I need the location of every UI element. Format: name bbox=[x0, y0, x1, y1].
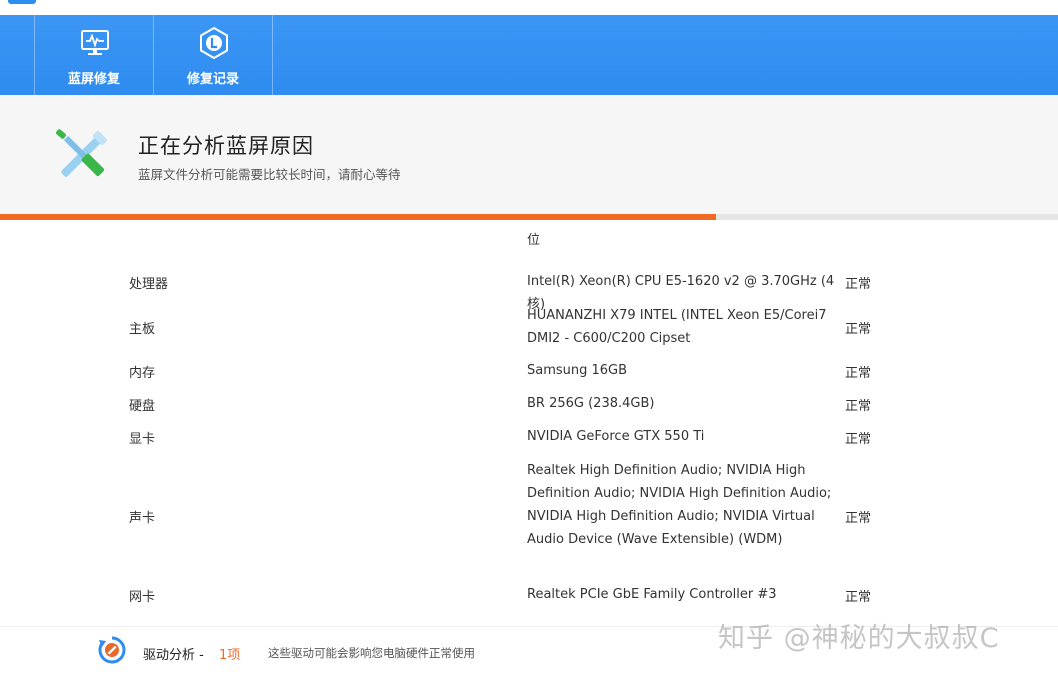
driver-analysis-label: 驱动分析 - bbox=[143, 648, 204, 663]
nav-item-bluescreen-repair[interactable]: 蓝屏修复 bbox=[34, 15, 153, 95]
driver-issue-count[interactable]: 1项 bbox=[219, 644, 240, 663]
hardware-table[interactable]: 位 处理器 Intel(R) Xeon(R) CPU E5-1620 v2 @ … bbox=[0, 220, 1058, 626]
nav-item-repair-history[interactable]: 修复记录 bbox=[153, 15, 273, 95]
row-value: Realtek PCIe GbE Family Controller #3 bbox=[527, 587, 777, 602]
analysis-header: 正在分析蓝屏原因 蓝屏文件分析可能需要比较长时间，请耐心等待 bbox=[0, 95, 1058, 215]
row-value: BR 256G (238.4GB) bbox=[527, 396, 655, 411]
row-value: 位 bbox=[527, 233, 541, 248]
nav-item-label: 修复记录 bbox=[186, 72, 239, 87]
row-name: 显卡 bbox=[129, 432, 156, 447]
row-status: 正常 bbox=[845, 322, 872, 337]
watermark-text: 知乎 @神秘的大叔叔C bbox=[718, 623, 1000, 654]
row-value: Samsung 16GB bbox=[527, 363, 628, 378]
nav-item-label: 蓝屏修复 bbox=[67, 72, 120, 87]
row-name: 硬盘 bbox=[129, 399, 156, 414]
row-value: HUANANZHI X79 INTEL (INTEL Xeon E5/Corei… bbox=[527, 308, 827, 346]
page-title: 正在分析蓝屏原因 bbox=[138, 134, 314, 158]
window-tab[interactable] bbox=[8, 0, 36, 4]
top-nav: 蓝屏修复 修复记录 bbox=[0, 15, 1058, 95]
row-value: Realtek High Definition Audio; NVIDIA Hi… bbox=[527, 463, 832, 547]
page-subtitle: 蓝屏文件分析可能需要比较长时间，请耐心等待 bbox=[138, 167, 401, 182]
row-name: 声卡 bbox=[129, 511, 156, 526]
refresh-wrench-icon bbox=[98, 636, 126, 664]
row-name: 内存 bbox=[129, 366, 156, 381]
hexagon-l-icon bbox=[200, 27, 228, 59]
row-status: 正常 bbox=[845, 511, 872, 526]
tools-icon bbox=[56, 129, 107, 177]
row-status: 正常 bbox=[845, 399, 872, 414]
row-name: 主板 bbox=[129, 322, 156, 337]
row-status: 正常 bbox=[845, 590, 872, 605]
row-status: 正常 bbox=[845, 432, 872, 447]
driver-analysis-description: 这些驱动可能会影响您电脑硬件正常使用 bbox=[268, 646, 475, 660]
top-strip bbox=[0, 0, 1058, 15]
row-status: 正常 bbox=[845, 366, 872, 381]
row-name: 网卡 bbox=[129, 590, 156, 605]
row-value: NVIDIA GeForce GTX 550 Ti bbox=[527, 429, 705, 444]
row-name: 处理器 bbox=[129, 277, 169, 292]
row-status: 正常 bbox=[845, 277, 872, 292]
monitor-heartbeat-icon bbox=[81, 30, 109, 55]
